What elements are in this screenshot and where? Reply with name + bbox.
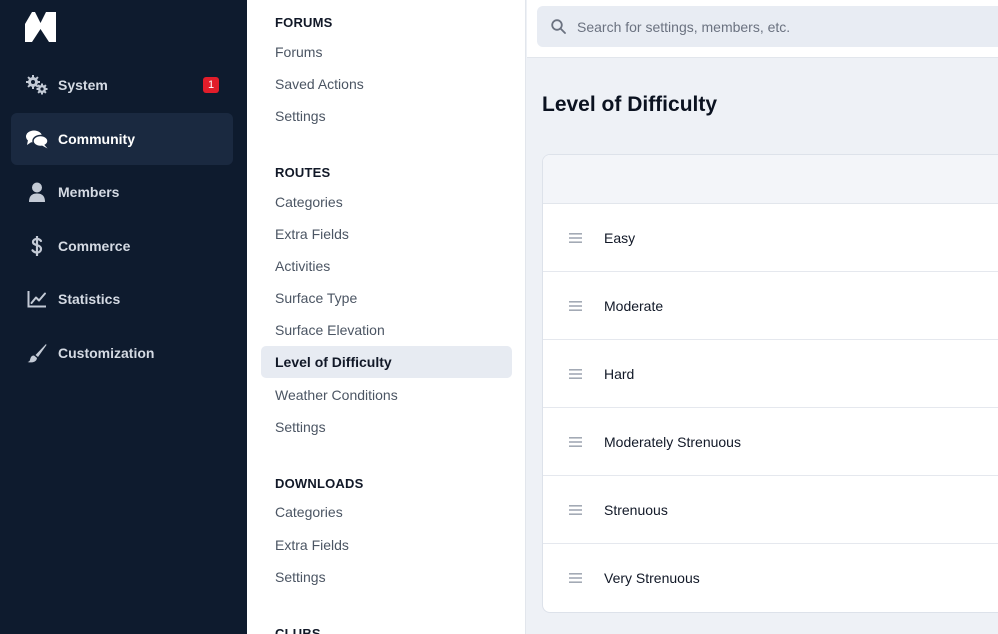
list-item[interactable]: Moderate — [543, 272, 998, 340]
search-input[interactable] — [577, 6, 997, 47]
nav-label: System — [58, 77, 108, 93]
list-item-label: Very Strenuous — [604, 570, 700, 586]
nav-label: Statistics — [58, 291, 121, 307]
panel-header — [543, 155, 998, 204]
list-item-label: Easy — [604, 229, 636, 246]
top-bar — [527, 0, 998, 58]
drag-handle-icon[interactable] — [569, 368, 582, 379]
nav-link-activities[interactable]: Activities — [261, 250, 512, 282]
nav-label: Community — [58, 131, 135, 147]
nav-item-community[interactable]: Community — [11, 113, 233, 165]
section-heading-clubs: CLUBS — [275, 626, 321, 634]
nav-label: Customization — [58, 345, 155, 361]
list-item[interactable]: Very Strenuous — [543, 544, 998, 612]
list-item[interactable]: Strenuous — [543, 476, 998, 544]
nav-link-level-of-difficulty[interactable]: Level of Difficulty — [261, 346, 512, 378]
gears-icon — [25, 74, 49, 96]
nav-item-system[interactable]: System 1 — [11, 59, 233, 111]
search-icon — [551, 19, 566, 34]
nav-item-customization[interactable]: Customization — [11, 327, 233, 379]
nav-item-members[interactable]: Members — [11, 166, 233, 218]
nav-link-saved-actions[interactable]: Saved Actions — [261, 68, 512, 100]
list-item[interactable]: Hard — [543, 340, 998, 408]
admin-app: System 1 Community Members Commerce Stat… — [0, 0, 998, 634]
list-item-label: Moderately Strenuous — [604, 433, 741, 450]
list-item[interactable]: Moderately Strenuous — [543, 408, 998, 476]
drag-handle-icon[interactable] — [569, 504, 582, 515]
nav-link-routes-extra-fields[interactable]: Extra Fields — [261, 218, 512, 250]
list-item-label: Moderate — [604, 297, 664, 314]
nav-link-surface-elevation[interactable]: Surface Elevation — [261, 314, 512, 346]
difficulty-list-panel: Easy Moderate Hard Moderately Strenuous … — [542, 154, 998, 613]
primary-nav: System 1 Community Members Commerce Stat… — [0, 0, 247, 634]
secondary-nav: FORUMS Forums Saved Actions Settings ROU… — [247, 0, 526, 634]
nav-link-downloads-settings[interactable]: Settings — [261, 561, 512, 593]
section-heading-forums: FORUMS — [275, 15, 333, 30]
nav-link-surface-type[interactable]: Surface Type — [261, 282, 512, 314]
list-item[interactable]: Easy — [543, 204, 998, 272]
list-item-label: Strenuous — [604, 501, 668, 518]
dollar-icon — [25, 235, 49, 257]
drag-handle-icon[interactable] — [569, 573, 582, 583]
nav-item-statistics[interactable]: Statistics — [11, 273, 233, 325]
nav-link-downloads-extra-fields[interactable]: Extra Fields — [261, 529, 512, 561]
section-heading-downloads: DOWNLOADS — [275, 476, 364, 491]
nav-link-forums-settings[interactable]: Settings — [261, 100, 512, 132]
nav-link-weather-conditions[interactable]: Weather Conditions — [261, 379, 512, 411]
nav-link-downloads-categories[interactable]: Categories — [261, 496, 512, 528]
person-icon — [25, 181, 49, 203]
list-item-label: Hard — [604, 365, 635, 382]
logo-icon[interactable] — [25, 12, 56, 42]
line-chart-icon — [25, 288, 49, 310]
nav-label: Members — [58, 184, 120, 200]
notification-badge: 1 — [203, 77, 219, 93]
section-heading-routes: ROUTES — [275, 165, 331, 180]
drag-handle-icon[interactable] — [569, 300, 582, 311]
nav-label: Commerce — [58, 238, 131, 254]
drag-handle-icon[interactable] — [569, 436, 582, 447]
page-title: Level of Difficulty — [542, 93, 718, 116]
search-bar[interactable] — [537, 6, 998, 47]
chat-bubbles-icon — [25, 128, 49, 150]
main-content: Level of Difficulty Easy Moderate Hard M… — [527, 0, 998, 634]
paintbrush-icon — [25, 342, 49, 364]
nav-link-routes-settings[interactable]: Settings — [261, 411, 512, 443]
nav-link-routes-categories[interactable]: Categories — [261, 186, 512, 218]
nav-link-forums[interactable]: Forums — [261, 36, 512, 68]
nav-item-commerce[interactable]: Commerce — [11, 220, 233, 272]
drag-handle-icon[interactable] — [569, 232, 582, 243]
